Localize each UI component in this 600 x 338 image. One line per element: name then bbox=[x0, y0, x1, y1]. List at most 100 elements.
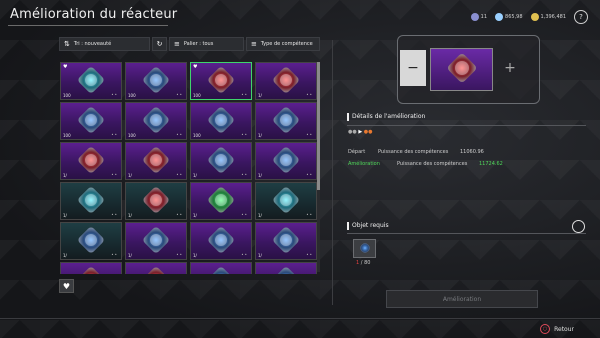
reactor-item[interactable]: ♥ 100 •• bbox=[60, 62, 122, 100]
item-level: 1/ bbox=[193, 173, 197, 178]
reactor-item[interactable]: 1/ •• bbox=[190, 182, 252, 220]
currency-crystal: 865,98 bbox=[495, 13, 523, 21]
reactor-item[interactable]: 1/ •• bbox=[125, 142, 187, 180]
tier-dots-icon: •• bbox=[176, 172, 183, 177]
heart-icon: ♥ bbox=[193, 64, 198, 70]
sort-button[interactable]: ⇅ Tri : nouveauté bbox=[59, 37, 150, 51]
decrease-button[interactable]: − bbox=[400, 50, 426, 86]
reactor-core-icon bbox=[271, 105, 301, 135]
reactor-item[interactable]: 1/ •• bbox=[190, 222, 252, 260]
reactor-item[interactable]: 1/ •• bbox=[255, 222, 317, 260]
cursor-circle-icon[interactable] bbox=[572, 220, 585, 233]
item-level: 1/ bbox=[258, 173, 262, 178]
required-item-slot[interactable] bbox=[353, 239, 376, 258]
arrow-right-icon: ▶ bbox=[358, 129, 363, 135]
currency-bar: 11 865,98 1,396,481 ? bbox=[470, 10, 588, 24]
inventory-scrollbar[interactable] bbox=[317, 62, 320, 272]
back-label: Retour bbox=[554, 325, 574, 333]
reactor-item[interactable]: 1/ •• bbox=[255, 62, 317, 100]
reactor-item[interactable]: 1/ •• bbox=[125, 182, 187, 220]
plus-icon: + bbox=[504, 60, 516, 76]
reactor-item[interactable]: 1/ •• bbox=[60, 222, 122, 260]
reactor-core-icon bbox=[206, 225, 236, 255]
tier-dots-icon: •• bbox=[176, 212, 183, 217]
reactor-item[interactable]: 100 •• bbox=[125, 62, 187, 100]
reactor-core-icon bbox=[76, 265, 106, 274]
tier-dots-icon: •• bbox=[306, 212, 313, 217]
sort-label: Tri : nouveauté bbox=[73, 41, 112, 47]
upgrade-button[interactable]: Amélioration bbox=[386, 290, 538, 308]
item-level: 1/ bbox=[128, 173, 132, 178]
section-marker bbox=[347, 222, 349, 230]
reactor-item[interactable]: 1/ •• bbox=[125, 222, 187, 260]
reactor-item[interactable]: •• bbox=[190, 262, 252, 274]
reactor-core-icon bbox=[206, 265, 236, 274]
tier-dots-icon: •• bbox=[111, 252, 118, 257]
reactor-item[interactable]: 1/ •• bbox=[255, 102, 317, 140]
panel-divider bbox=[332, 40, 333, 305]
reactor-core-icon bbox=[271, 185, 301, 215]
upgrade-label: Amélioration bbox=[348, 161, 380, 167]
owned-count: 1 bbox=[356, 260, 360, 266]
gold-icon bbox=[530, 13, 539, 21]
preview-reactor bbox=[430, 48, 493, 91]
reactor-core-icon bbox=[206, 105, 236, 135]
reactor-item[interactable]: 1/ •• bbox=[255, 182, 317, 220]
upgrade-pips: ●● ▶ ●● bbox=[348, 129, 373, 135]
refresh-button[interactable]: ↻ bbox=[152, 37, 167, 51]
reactor-item[interactable]: 1/ •• bbox=[60, 142, 122, 180]
item-level: 1/ bbox=[258, 93, 262, 98]
reactor-core-icon bbox=[206, 185, 236, 215]
heart-icon: ♥ bbox=[63, 64, 68, 70]
reactor-core-icon bbox=[141, 225, 171, 255]
circle-button-icon: ○ bbox=[540, 324, 551, 334]
reactor-inventory: ♥ 100 •• 100 •• ♥ 100 •• 1/ •• 100 •• 100 •• 100 •• 1/ ••… bbox=[59, 60, 321, 274]
tier-dots-icon: •• bbox=[306, 172, 313, 177]
item-level: 1/ bbox=[63, 213, 67, 218]
upgrade-stat-name: Puissance des compétences bbox=[397, 161, 468, 167]
title-underline bbox=[8, 25, 168, 26]
reactor-core-icon bbox=[141, 185, 171, 215]
item-level: 100 bbox=[193, 93, 201, 98]
reactor-core-icon bbox=[141, 265, 171, 274]
reactor-item[interactable]: 100 •• bbox=[125, 102, 187, 140]
reactor-item[interactable]: 1/ •• bbox=[255, 142, 317, 180]
reactor-item[interactable]: •• bbox=[60, 262, 122, 274]
reactor-core-icon bbox=[271, 145, 301, 175]
tier-dots-icon: •• bbox=[176, 252, 183, 257]
favorite-filter-button[interactable]: ♥ bbox=[59, 279, 74, 293]
required-item-count: 1 / 80 bbox=[356, 260, 371, 266]
tier-dots-icon: •• bbox=[306, 252, 313, 257]
item-level: 1/ bbox=[128, 253, 132, 258]
material-icon bbox=[358, 241, 371, 255]
reactor-item[interactable]: •• bbox=[255, 262, 317, 274]
upgrade-stat-value: 11724.62 bbox=[479, 161, 503, 167]
item-level: 1/ bbox=[258, 133, 262, 138]
skill-type-filter-button[interactable]: ≡ Type de compétence bbox=[246, 37, 320, 51]
needed-count: 80 bbox=[364, 260, 371, 266]
reactor-core-icon bbox=[76, 65, 106, 95]
tier-filter-label: Palier : tous bbox=[183, 41, 214, 47]
scrollbar-thumb[interactable] bbox=[317, 62, 320, 190]
reactor-core-icon bbox=[141, 105, 171, 135]
back-button[interactable]: ○ Retour bbox=[540, 324, 574, 334]
minus-icon: − bbox=[407, 60, 419, 76]
layers-icon: ≡ bbox=[251, 40, 257, 48]
tier-dots-icon: •• bbox=[111, 92, 118, 97]
reactor-item[interactable]: 100 •• bbox=[190, 102, 252, 140]
reactor-item[interactable]: 1/ •• bbox=[60, 182, 122, 220]
tier-filter-button[interactable]: ≡ Palier : tous bbox=[169, 37, 244, 51]
increase-button[interactable]: + bbox=[497, 50, 523, 86]
item-level: 100 bbox=[63, 93, 71, 98]
reactor-core-icon bbox=[141, 145, 171, 175]
item-level: 1/ bbox=[193, 253, 197, 258]
reactor-item[interactable]: •• bbox=[125, 262, 187, 274]
reactor-item[interactable]: 100 •• bbox=[60, 102, 122, 140]
help-button[interactable]: ? bbox=[574, 10, 588, 24]
pip-active-icon: ●● bbox=[363, 129, 373, 135]
reactor-item[interactable]: ♥ 100 •• bbox=[190, 62, 252, 100]
reactor-item[interactable]: 1/ •• bbox=[190, 142, 252, 180]
reactor-core-icon bbox=[76, 225, 106, 255]
item-level: 100 bbox=[128, 133, 136, 138]
pip-icon: ●● bbox=[348, 129, 357, 135]
